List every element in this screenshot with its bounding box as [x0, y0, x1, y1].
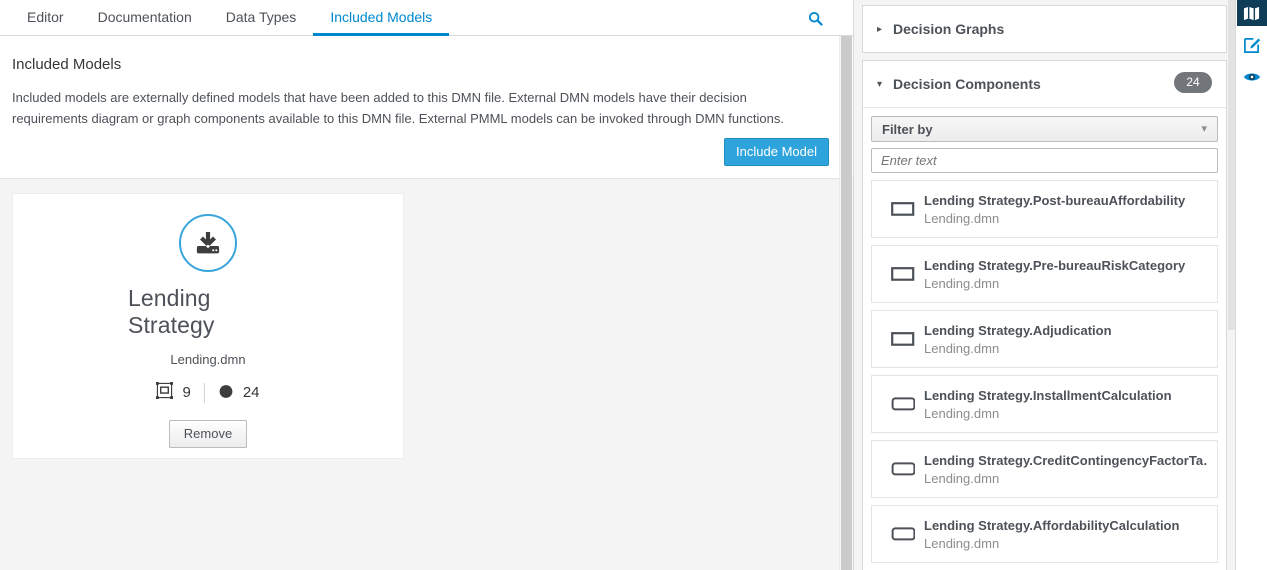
- map-icon[interactable]: [1236, 0, 1267, 26]
- list-item[interactable]: Lending Strategy.Pre-bureauRiskCategory …: [871, 245, 1218, 303]
- decision-rect-icon: [882, 201, 924, 217]
- scrollbar-thumb[interactable]: [1228, 0, 1235, 330]
- tab-bar: Editor Documentation Data Types Included…: [0, 0, 853, 36]
- card-inner: Lending Strategy Lending.dmn 9 24 Remove: [128, 208, 288, 449]
- list-item-file: Lending.dmn: [924, 340, 1000, 356]
- chevron-right-icon: ▸: [877, 23, 883, 35]
- decision-dot-icon: [218, 383, 234, 403]
- right-icon-rail: [1235, 0, 1267, 570]
- model-card-name: Lending Strategy: [128, 285, 215, 339]
- included-model-card[interactable]: Lending Strategy Lending.dmn 9 24 Remove: [12, 193, 404, 460]
- eye-preview-icon[interactable]: [1237, 64, 1267, 90]
- list-item-file: Lending.dmn: [924, 405, 1000, 421]
- bkm-rounded-rect-icon: [882, 396, 924, 412]
- list-item-file: Lending.dmn: [924, 275, 1000, 291]
- list-item-file: Lending.dmn: [924, 535, 1000, 551]
- stat-decision-count: 24: [205, 383, 273, 403]
- bkm-rounded-rect-icon: [882, 461, 924, 477]
- list-item-texts: Lending Strategy.Adjudication Lending.dm…: [924, 323, 1112, 356]
- section-decision-components: ▾ Decision Components 24 Filter by ▾ Ent…: [862, 60, 1227, 570]
- page-title: Included Models: [12, 56, 122, 73]
- decision-components-header[interactable]: ▾ Decision Components 24: [863, 61, 1226, 107]
- model-card-stats: 9 24: [143, 382, 272, 403]
- scrollbar-thumb[interactable]: [841, 36, 852, 570]
- stat-drd-count: 9: [143, 382, 203, 403]
- right-panel-scrollbar[interactable]: [1228, 0, 1235, 570]
- list-item-name: Lending Strategy.Pre-bureauRiskCategory: [924, 257, 1186, 273]
- list-item[interactable]: Lending Strategy.Post-bureauAffordabilit…: [871, 180, 1218, 238]
- decision-rect-icon: [882, 331, 924, 347]
- list-item-name: Lending Strategy.Adjudication: [924, 322, 1112, 338]
- tab-included-models[interactable]: Included Models: [313, 0, 450, 36]
- list-item-texts: Lending Strategy.Post-bureauAffordabilit…: [924, 193, 1185, 226]
- main-content-scroll-area: Included Models Included models are exte…: [0, 36, 853, 570]
- list-item-file: Lending.dmn: [924, 470, 1000, 486]
- chevron-down-icon: ▾: [877, 78, 883, 90]
- stat-drd-value: 9: [182, 384, 191, 402]
- decision-components-count-badge: 24: [1174, 72, 1212, 93]
- stat-decision-value: 24: [242, 384, 260, 402]
- model-cards-area: Lending Strategy Lending.dmn 9 24 Remove: [0, 179, 853, 473]
- list-item-texts: Lending Strategy.AffordabilityCalculatio…: [924, 518, 1179, 551]
- remove-model-button[interactable]: Remove: [168, 420, 248, 449]
- filter-text-input[interactable]: [871, 148, 1218, 173]
- page-description: Included models are externally defined m…: [12, 90, 784, 127]
- list-item-file: Lending.dmn: [924, 210, 1000, 226]
- decision-components-title: Decision Components: [893, 76, 1041, 92]
- application-root: Editor Documentation Data Types Included…: [0, 0, 1267, 570]
- search-icon[interactable]: [805, 8, 825, 28]
- import-download-icon: [179, 214, 237, 273]
- drd-nodes-icon: [156, 382, 174, 403]
- tab-list: Editor Documentation Data Types Included…: [10, 0, 450, 36]
- chevron-down-icon: ▾: [1201, 123, 1207, 135]
- pencil-edit-icon[interactable]: [1237, 32, 1267, 58]
- accordion: ▸ Decision Graphs ▾ Decision Components …: [854, 0, 1235, 570]
- list-item[interactable]: Lending Strategy.CreditContingencyFactor…: [871, 440, 1218, 498]
- list-item-texts: Lending Strategy.InstallmentCalculation …: [924, 388, 1172, 421]
- list-item-texts: Lending Strategy.Pre-bureauRiskCategory …: [924, 258, 1185, 291]
- list-item-name: Lending Strategy.CreditContingencyFactor…: [924, 452, 1207, 468]
- list-item[interactable]: Lending Strategy.AffordabilityCalculatio…: [871, 505, 1218, 563]
- include-model-row: Include Model: [12, 138, 841, 167]
- decision-components-list: Lending Strategy.Post-bureauAffordabilit…: [871, 173, 1218, 563]
- filter-by-label: Filter by: [882, 121, 933, 137]
- main-vertical-scrollbar[interactable]: [839, 36, 852, 570]
- tab-data-types[interactable]: Data Types: [209, 0, 314, 36]
- decision-rect-icon: [882, 266, 924, 282]
- tab-editor[interactable]: Editor: [10, 0, 81, 36]
- main-column: Editor Documentation Data Types Included…: [0, 0, 853, 570]
- section-decision-graphs: ▸ Decision Graphs: [862, 5, 1227, 53]
- decision-graphs-title: Decision Graphs: [893, 21, 1005, 37]
- list-item-name: Lending Strategy.AffordabilityCalculatio…: [924, 517, 1180, 533]
- list-item-name: Lending Strategy.Post-bureauAffordabilit…: [924, 192, 1186, 208]
- list-item[interactable]: Lending Strategy.Adjudication Lending.dm…: [871, 310, 1218, 368]
- tab-documentation[interactable]: Documentation: [81, 0, 209, 36]
- list-item[interactable]: Lending Strategy.InstallmentCalculation …: [871, 375, 1218, 433]
- decision-graphs-header[interactable]: ▸ Decision Graphs: [863, 6, 1226, 52]
- list-item-name: Lending Strategy.InstallmentCalculation: [924, 387, 1172, 403]
- model-card-filename: Lending.dmn: [170, 352, 246, 368]
- include-model-button[interactable]: Include Model: [724, 138, 829, 167]
- bkm-rounded-rect-icon: [882, 526, 924, 542]
- filter-by-select[interactable]: Filter by ▾: [871, 116, 1218, 142]
- right-side-panel: ▸ Decision Graphs ▾ Decision Components …: [853, 0, 1235, 570]
- list-item-texts: Lending Strategy.CreditContingencyFactor…: [924, 453, 1207, 486]
- included-models-panel: Included Models Included models are exte…: [0, 36, 853, 180]
- decision-components-body: Filter by ▾ Lending Strate: [863, 107, 1226, 563]
